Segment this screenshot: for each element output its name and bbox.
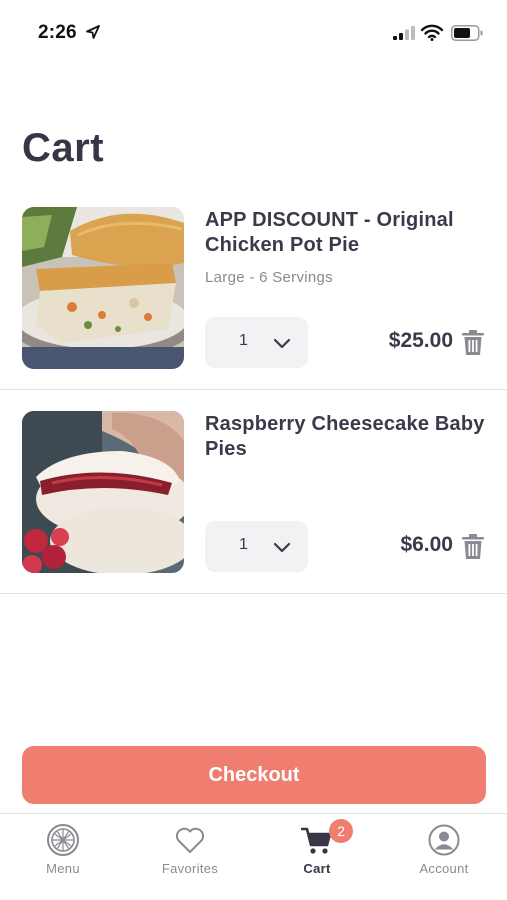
cart-item: Raspberry Cheesecake Baby Pies 1 $6.00 (0, 390, 507, 594)
checkout-button[interactable]: Checkout (22, 746, 486, 804)
quantity-value: 1 (239, 536, 248, 553)
item-variant: Large - 6 Servings (205, 269, 333, 286)
wifi-icon (421, 24, 443, 41)
item-price: $25.00 (388, 329, 453, 352)
tab-favorites[interactable]: Favorites (127, 814, 253, 900)
tab-label: Menu (46, 861, 80, 876)
tab-bar: Menu Favorites Cart Account (0, 813, 507, 900)
quantity-select[interactable]: 1 (205, 317, 308, 368)
cart-count-badge: 2 (329, 819, 353, 843)
item-title: Raspberry Cheesecake Baby Pies (205, 413, 485, 460)
trash-icon[interactable] (462, 330, 484, 355)
item-price: $6.00 (400, 533, 453, 556)
battery-icon (451, 25, 483, 41)
tab-label: Account (419, 861, 469, 876)
quantity-select[interactable]: 1 (205, 521, 308, 572)
status-time: 2:26 (38, 22, 77, 43)
item-title: APP DISCOUNT - Original Chicken Pot Pie (205, 209, 454, 256)
chevron-down-icon (273, 338, 291, 349)
cart-item: APP DISCOUNT - Original Chicken Pot Pie … (0, 186, 507, 390)
tab-account[interactable]: Account (381, 814, 507, 900)
heart-icon (175, 827, 205, 853)
product-image-raspberry-cheesecake[interactable] (22, 411, 184, 573)
user-icon (428, 824, 460, 856)
tab-menu[interactable]: Menu (0, 814, 126, 900)
pie-icon (47, 824, 79, 856)
product-image-chicken-pot-pie[interactable] (22, 207, 184, 369)
chevron-down-icon (273, 542, 291, 553)
tab-label: Favorites (161, 861, 219, 876)
tab-cart[interactable]: Cart (254, 814, 380, 900)
trash-icon[interactable] (462, 534, 484, 559)
status-bar: 2:26 (0, 0, 507, 62)
tab-label: Cart (303, 861, 331, 876)
location-arrow-icon (86, 25, 100, 39)
page-title: Cart (22, 126, 105, 170)
cellular-signal-icon (393, 26, 415, 40)
quantity-value: 1 (239, 332, 248, 349)
